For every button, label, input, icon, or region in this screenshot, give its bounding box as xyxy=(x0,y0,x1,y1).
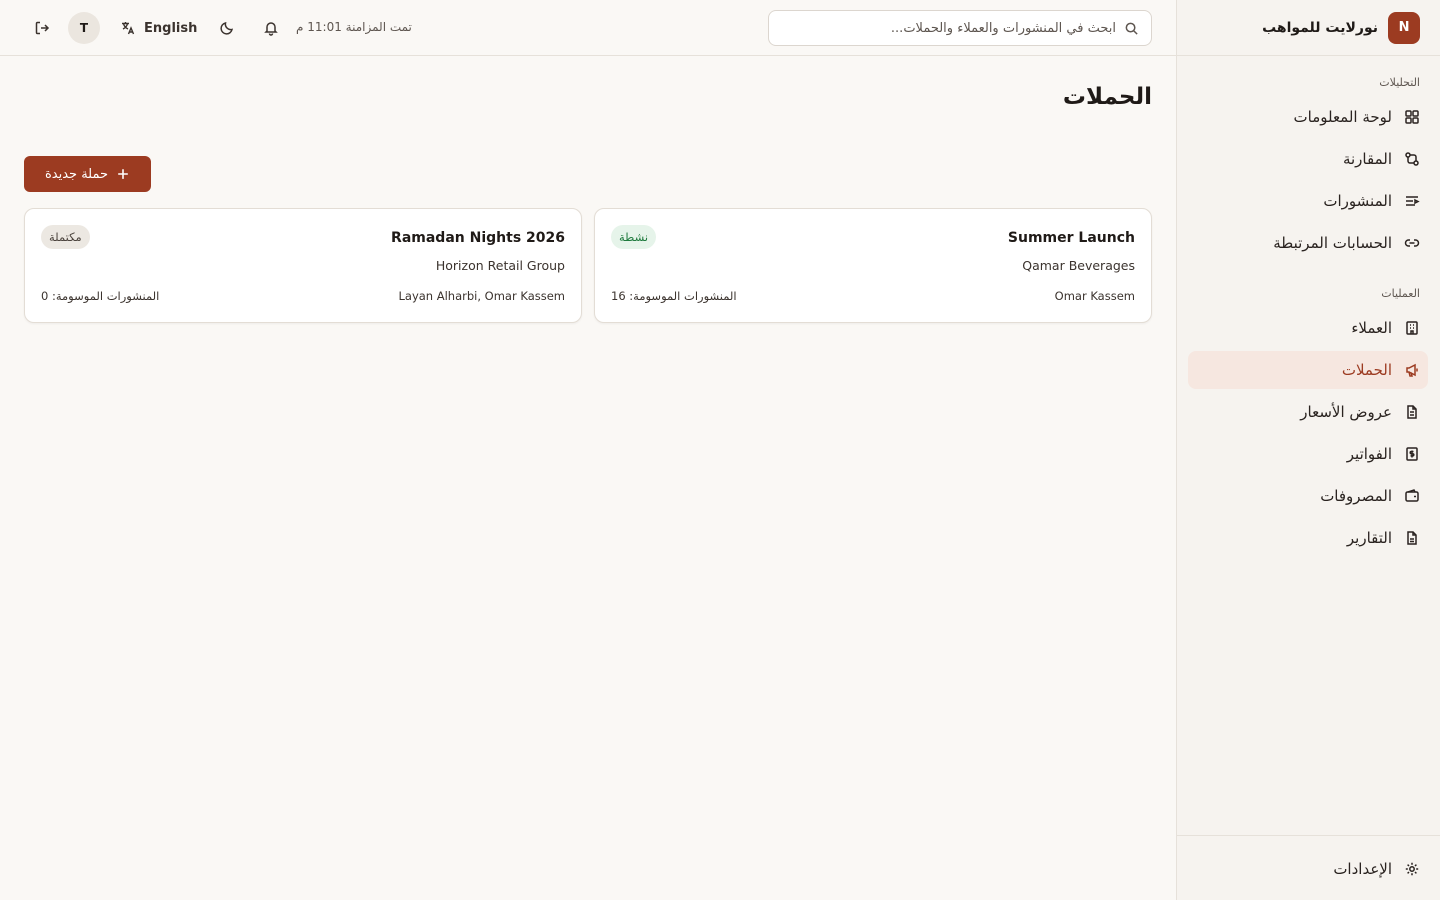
sidebar-item-label: المقارنة xyxy=(1342,150,1392,168)
new-campaign-label: حملة جديدة xyxy=(44,166,109,182)
campaign-assignees: Layan Alharbi, Omar Kassem xyxy=(398,289,565,303)
status-badge: نشطة xyxy=(611,225,657,249)
campaign-name: Ramadan Nights 2026 xyxy=(391,230,565,246)
sidebar-item-label: العملاء xyxy=(1351,319,1392,337)
campaign-client: Qamar Beverages xyxy=(1022,258,1135,273)
campaign-card[interactable]: Ramadan Nights 2026 Horizon Retail Group… xyxy=(24,208,582,323)
sidebar-item-invoices[interactable]: الفواتير xyxy=(1188,435,1428,473)
sidebar-item-reports[interactable]: التقارير xyxy=(1188,519,1428,557)
campaign-name: Summer Launch xyxy=(1007,230,1135,246)
gear-icon xyxy=(1404,861,1420,877)
avatar[interactable]: T xyxy=(68,12,100,44)
plus-icon xyxy=(116,167,130,181)
language-toggle-button[interactable]: English xyxy=(112,12,205,44)
building-icon xyxy=(1404,320,1420,336)
sidebar-item-quotes[interactable]: عروض الأسعار xyxy=(1188,393,1428,431)
language-label: English xyxy=(144,20,198,36)
status-badge: مكتملة xyxy=(41,225,90,249)
document-icon xyxy=(1404,404,1420,420)
posts-icon xyxy=(1404,193,1420,209)
sidebar-item-label: التقارير xyxy=(1346,529,1392,547)
sidebar-item-posts[interactable]: المنشورات xyxy=(1188,182,1428,220)
sidebar-item-settings[interactable]: الإعدادات xyxy=(1188,850,1428,888)
new-campaign-button[interactable]: حملة جديدة xyxy=(24,156,151,192)
link-icon xyxy=(1404,235,1420,251)
sidebar-item-label: الإعدادات xyxy=(1333,860,1392,878)
sidebar-item-label: عروض الأسعار xyxy=(1300,403,1392,421)
sidebar-item-label: الحملات xyxy=(1341,361,1392,379)
page-title: الحملات xyxy=(1062,84,1152,110)
brand-logo: N xyxy=(1388,11,1420,44)
sidebar-item-dashboard[interactable]: لوحة المعلومات xyxy=(1188,98,1428,136)
sidebar-item-label: لوحة المعلومات xyxy=(1293,108,1393,126)
operations-section-title: العمليات xyxy=(1381,287,1420,300)
bell-icon xyxy=(263,20,279,36)
campaign-tagged-posts: المنشورات الموسومة: 0 xyxy=(41,289,160,303)
sidebar-item-label: الحسابات المرتبطة xyxy=(1273,234,1392,252)
campaign-client: Horizon Retail Group xyxy=(435,258,565,273)
logout-button[interactable] xyxy=(26,12,58,44)
translate-icon xyxy=(120,20,136,36)
sidebar-footer: الإعدادات xyxy=(1177,835,1440,900)
sidebar-item-compare[interactable]: المقارنة xyxy=(1188,140,1428,178)
brand-name: نورلايت للمواهب xyxy=(1262,19,1378,36)
search-icon xyxy=(1124,21,1139,36)
analytics-section-title: التحليلات xyxy=(1379,76,1420,89)
campaign-card[interactable]: Summer Launch Qamar Beverages Omar Kasse… xyxy=(594,208,1152,323)
sidebar-item-label: المنشورات xyxy=(1323,192,1392,210)
sidebar-item-linked-accounts[interactable]: الحسابات المرتبطة xyxy=(1188,224,1428,262)
megaphone-icon xyxy=(1404,362,1420,378)
search-box[interactable] xyxy=(768,10,1152,46)
topbar: تمت المزامنة 11:01 م English T xyxy=(0,0,1176,56)
moon-icon xyxy=(219,20,235,36)
campaign-assignees: Omar Kassem xyxy=(1054,289,1135,303)
logout-icon xyxy=(34,20,50,36)
theme-toggle-button[interactable] xyxy=(211,12,243,44)
sidebar-item-label: الفواتير xyxy=(1346,445,1392,463)
dashboard-icon xyxy=(1404,109,1420,125)
compare-icon xyxy=(1404,151,1420,167)
search-input[interactable] xyxy=(786,20,1116,36)
sidebar: N نورلايت للمواهب التحليلات لوحة المعلوم… xyxy=(1176,0,1440,900)
sidebar-item-expenses[interactable]: المصروفات xyxy=(1188,477,1428,515)
dollar-receipt-icon xyxy=(1404,446,1420,462)
report-icon xyxy=(1404,530,1420,546)
sidebar-item-clients[interactable]: العملاء xyxy=(1188,309,1428,347)
wallet-icon xyxy=(1404,488,1420,504)
sidebar-item-label: المصروفات xyxy=(1320,487,1392,505)
campaign-tagged-posts: المنشورات الموسومة: 16 xyxy=(611,289,737,303)
sync-status: تمت المزامنة 11:01 م xyxy=(296,20,412,34)
sidebar-item-campaigns[interactable]: الحملات xyxy=(1188,351,1428,389)
notifications-button[interactable] xyxy=(255,12,287,44)
brand[interactable]: N نورلايت للمواهب xyxy=(1177,0,1440,56)
